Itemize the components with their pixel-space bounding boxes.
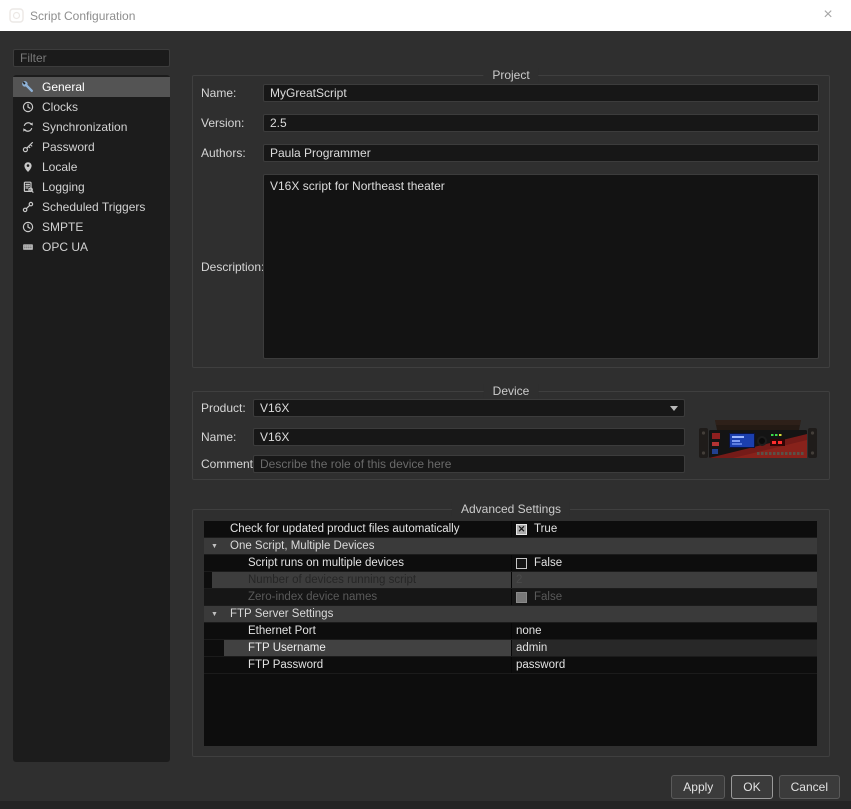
setting-value: False bbox=[534, 557, 562, 569]
sidebar: General Clocks Synchronization Password Loca… bbox=[13, 49, 170, 762]
product-dropdown-value: V16X bbox=[260, 401, 289, 415]
sidebar-item-label: OPC UA bbox=[42, 240, 88, 254]
clock-icon bbox=[21, 221, 35, 234]
chevron-down-icon bbox=[670, 406, 678, 411]
project-version-label: Version: bbox=[201, 116, 263, 130]
chain-icon bbox=[21, 201, 35, 214]
settings-row[interactable]: Check for updated product files automati… bbox=[204, 521, 817, 538]
setting-label: Ethernet Port bbox=[248, 625, 316, 637]
dialog-body: General Clocks Synchronization Password Loca… bbox=[0, 31, 851, 809]
grid-icon bbox=[21, 241, 35, 254]
setting-label: FTP Password bbox=[248, 659, 323, 671]
project-groupbox: Project Name: Version: Authors: Descript… bbox=[192, 75, 830, 368]
setting-label: Number of devices running script bbox=[248, 574, 416, 586]
expander-triangle-icon[interactable]: ▼ bbox=[211, 606, 221, 622]
script-configuration-dialog: Script Configuration × General Clocks Sync… bbox=[0, 0, 851, 809]
sidebar-item-synchronization[interactable]: Synchronization bbox=[13, 117, 170, 137]
settings-row[interactable]: FTP Password password bbox=[204, 657, 817, 674]
settings-group-label: FTP Server Settings bbox=[230, 606, 333, 622]
sidebar-item-scheduled-triggers[interactable]: Scheduled Triggers bbox=[13, 197, 170, 217]
settings-row[interactable]: Ethernet Port none bbox=[204, 623, 817, 640]
device-comment-label: Comment: bbox=[201, 457, 253, 471]
apply-button[interactable]: Apply bbox=[671, 775, 725, 799]
setting-value: admin bbox=[516, 642, 547, 654]
device-groupbox: Device Product: V16X Name: Comment: bbox=[192, 391, 830, 480]
project-authors-label: Authors: bbox=[201, 146, 263, 160]
setting-value: True bbox=[534, 523, 557, 535]
advanced-settings-groupbox: Advanced Settings Check for updated prod… bbox=[192, 509, 830, 757]
settings-row[interactable]: Zero-index device names False bbox=[204, 589, 817, 606]
sidebar-item-label: Logging bbox=[42, 180, 85, 194]
sidebar-item-clocks[interactable]: Clocks bbox=[13, 97, 170, 117]
advanced-settings-group-label: Advanced Settings bbox=[452, 502, 570, 516]
cancel-button[interactable]: Cancel bbox=[779, 775, 840, 799]
setting-value: 2 bbox=[516, 574, 522, 586]
filter-input[interactable] bbox=[13, 49, 170, 67]
settings-group-row[interactable]: ▼ FTP Server Settings bbox=[204, 606, 817, 623]
settings-row[interactable]: Number of devices running script 2 bbox=[204, 572, 817, 589]
titlebar: Script Configuration × bbox=[0, 0, 851, 31]
sidebar-item-logging[interactable]: Logging bbox=[13, 177, 170, 197]
device-comment-input[interactable] bbox=[253, 455, 685, 473]
setting-value: False bbox=[534, 591, 562, 603]
category-list: General Clocks Synchronization Password Loca… bbox=[13, 75, 170, 762]
project-authors-input[interactable] bbox=[263, 144, 819, 162]
sidebar-item-label: Scheduled Triggers bbox=[42, 200, 145, 214]
setting-value: password bbox=[516, 659, 565, 671]
settings-group-label: One Script, Multiple Devices bbox=[230, 538, 374, 554]
sidebar-item-label: Password bbox=[42, 140, 95, 154]
settings-group-row[interactable]: ▼ One Script, Multiple Devices bbox=[204, 538, 817, 555]
sidebar-item-label: SMPTE bbox=[42, 220, 83, 234]
sidebar-item-label: Clocks bbox=[42, 100, 78, 114]
sidebar-item-password[interactable]: Password bbox=[13, 137, 170, 157]
device-product-label: Product: bbox=[201, 401, 253, 415]
ok-button[interactable]: OK bbox=[731, 775, 772, 799]
settings-row[interactable]: Script runs on multiple devices False bbox=[204, 555, 817, 572]
close-icon[interactable]: × bbox=[818, 5, 838, 25]
setting-label: FTP Username bbox=[248, 642, 326, 654]
checkbox[interactable]: ✕ bbox=[516, 524, 527, 535]
clock-icon bbox=[21, 101, 35, 114]
sidebar-item-locale[interactable]: Locale bbox=[13, 157, 170, 177]
pin-icon bbox=[21, 161, 35, 174]
app-icon bbox=[9, 8, 24, 23]
footer-buttons: Apply OK Cancel bbox=[671, 775, 840, 799]
sidebar-item-general[interactable]: General bbox=[13, 77, 170, 97]
wrench-icon bbox=[21, 81, 35, 94]
sidebar-item-label: General bbox=[42, 80, 85, 94]
dialog-title: Script Configuration bbox=[30, 9, 135, 23]
sync-icon bbox=[21, 121, 35, 134]
project-version-input[interactable] bbox=[263, 114, 819, 132]
product-dropdown[interactable]: V16X bbox=[253, 399, 685, 417]
device-name-input[interactable] bbox=[253, 428, 685, 446]
project-description-textarea[interactable]: V16X script for Northeast theater bbox=[263, 174, 819, 359]
project-group-label: Project bbox=[483, 68, 538, 82]
settings-row[interactable]: FTP Username admin bbox=[204, 640, 817, 657]
expander-triangle-icon[interactable]: ▼ bbox=[211, 538, 221, 554]
device-image bbox=[699, 408, 817, 464]
sidebar-item-label: Synchronization bbox=[42, 120, 127, 134]
sidebar-item-label: Locale bbox=[42, 160, 77, 174]
key-icon bbox=[21, 141, 35, 154]
project-description-label: Description: bbox=[201, 260, 263, 274]
document-icon bbox=[21, 181, 35, 194]
device-name-label: Name: bbox=[201, 430, 253, 444]
setting-value: none bbox=[516, 625, 542, 637]
sidebar-item-opc-ua[interactable]: OPC UA bbox=[13, 237, 170, 257]
sidebar-item-smpte[interactable]: SMPTE bbox=[13, 217, 170, 237]
project-name-input[interactable] bbox=[263, 84, 819, 102]
setting-label: Script runs on multiple devices bbox=[248, 557, 404, 569]
project-name-label: Name: bbox=[201, 86, 263, 100]
device-group-label: Device bbox=[484, 384, 539, 398]
setting-label: Check for updated product files automati… bbox=[230, 523, 459, 535]
checkbox[interactable] bbox=[516, 558, 527, 569]
setting-label: Zero-index device names bbox=[248, 591, 377, 603]
advanced-settings-table: Check for updated product files automati… bbox=[204, 521, 817, 746]
checkbox[interactable] bbox=[516, 592, 527, 603]
